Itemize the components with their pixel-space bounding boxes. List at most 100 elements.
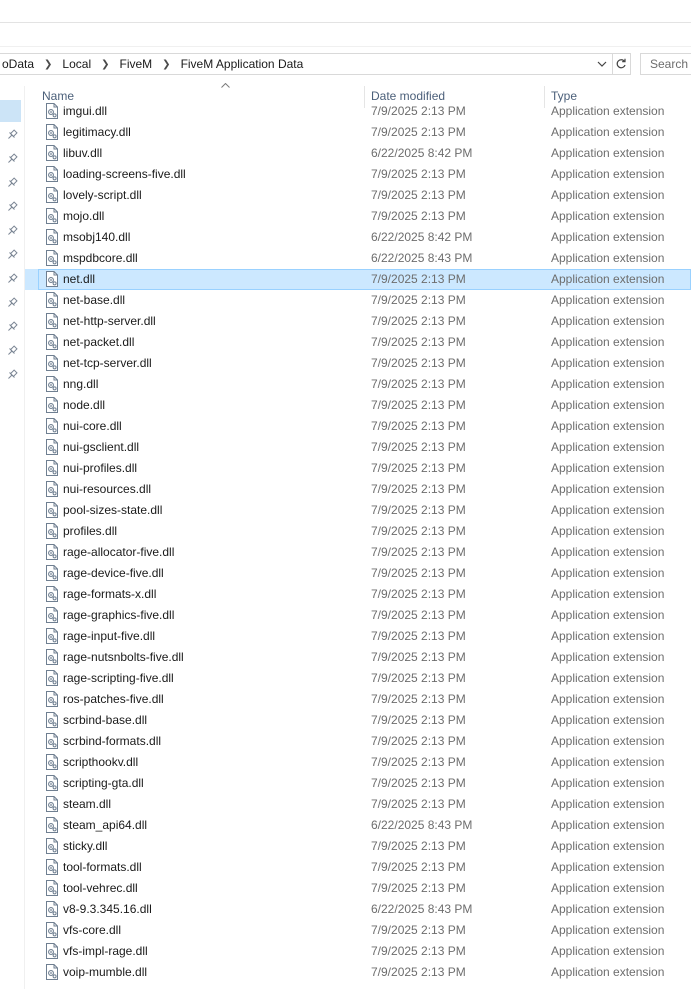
pin-icon[interactable] <box>6 153 18 165</box>
file-row[interactable]: msobj140.dll 6/22/2025 8:42 PM Application… <box>25 227 691 248</box>
file-type: Application extension <box>551 923 665 937</box>
pin-icon[interactable] <box>6 129 18 141</box>
pin-icon[interactable] <box>6 369 18 381</box>
file-row[interactable]: net-packet.dll 7/9/2025 2:13 PM Applicatio… <box>25 332 691 353</box>
file-row[interactable]: rage-allocator-five.dll 7/9/2025 2:13 PM A… <box>25 542 691 563</box>
file-type: Application extension <box>551 314 665 328</box>
pin-icon[interactable] <box>6 273 18 285</box>
breadcrumb-appdata[interactable]: oData <box>0 57 36 71</box>
file-name: net-tcp-server.dll <box>63 356 152 370</box>
file-row[interactable]: tool-vehrec.dll 7/9/2025 2:13 PM Applicati… <box>25 878 691 899</box>
sort-up-icon <box>221 80 230 90</box>
dll-file-icon <box>45 565 59 581</box>
dll-file-icon <box>45 145 59 161</box>
file-row[interactable]: pool-sizes-state.dll 7/9/2025 2:13 PM Appl… <box>25 500 691 521</box>
file-type: Application extension <box>551 377 665 391</box>
dll-file-icon <box>45 670 59 686</box>
file-row[interactable]: rage-input-five.dll 7/9/2025 2:13 PM Appli… <box>25 626 691 647</box>
file-row[interactable]: steam.dll 7/9/2025 2:13 PM Application ext… <box>25 794 691 815</box>
file-row[interactable]: mojo.dll 7/9/2025 2:13 PM Application exte… <box>25 206 691 227</box>
file-row[interactable]: scrbind-base.dll 7/9/2025 2:13 PM Applicat… <box>25 710 691 731</box>
file-row[interactable]: net-http-server.dll 7/9/2025 2:13 PM Appli… <box>25 311 691 332</box>
file-row[interactable]: nng.dll 7/9/2025 2:13 PM Application exten… <box>25 374 691 395</box>
file-row[interactable]: sticky.dll 7/9/2025 2:13 PM Application ex… <box>25 836 691 857</box>
address-bar[interactable]: oData ❯ Local ❯ FiveM ❯ FiveM Applicatio… <box>0 53 613 75</box>
file-row[interactable]: loading-screens-five.dll 7/9/2025 2:13 PM… <box>25 164 691 185</box>
file-row[interactable]: v8-9.3.345.16.dll 6/22/2025 8:43 PM Applic… <box>25 899 691 920</box>
file-row[interactable]: steam_api64.dll 6/22/2025 8:43 PM Applicat… <box>25 815 691 836</box>
chevron-right-icon[interactable]: ❯ <box>154 59 178 70</box>
file-date-modified: 7/9/2025 2:13 PM <box>371 314 466 328</box>
file-date-modified: 7/9/2025 2:13 PM <box>371 860 466 874</box>
file-row[interactable]: ros-patches-five.dll 7/9/2025 2:13 PM Appl… <box>25 689 691 710</box>
dll-file-icon <box>45 691 59 707</box>
pin-icon[interactable] <box>6 201 18 213</box>
file-row[interactable]: scrbind-formats.dll 7/9/2025 2:13 PM Appli… <box>25 731 691 752</box>
file-date-modified: 7/9/2025 2:13 PM <box>371 524 466 538</box>
file-name: lovely-script.dll <box>63 188 142 202</box>
file-name: msobj140.dll <box>63 230 131 244</box>
chevron-down-icon[interactable] <box>595 56 609 72</box>
pin-icon[interactable] <box>6 345 18 357</box>
file-row[interactable]: rage-scripting-five.dll 7/9/2025 2:13 PM A… <box>25 668 691 689</box>
file-name: nui-core.dll <box>63 419 122 433</box>
file-row[interactable]: net-tcp-server.dll 7/9/2025 2:13 PM Applic… <box>25 353 691 374</box>
file-type: Application extension <box>551 881 665 895</box>
file-row[interactable]: voip-mumble.dll 7/9/2025 2:13 PM Applicati… <box>25 962 691 983</box>
chevron-right-icon[interactable]: ❯ <box>93 59 117 70</box>
pin-icon[interactable] <box>6 297 18 309</box>
file-date-modified: 7/9/2025 2:13 PM <box>371 776 466 790</box>
file-row[interactable]: lovely-script.dll 7/9/2025 2:13 PM Applica… <box>25 185 691 206</box>
file-name: scripting-gta.dll <box>63 776 144 790</box>
breadcrumb-fivem[interactable]: FiveM <box>118 57 155 71</box>
dll-file-icon <box>45 901 59 917</box>
breadcrumb-fivem-application-data[interactable]: FiveM Application Data <box>179 57 306 71</box>
file-row[interactable]: scripting-gta.dll 7/9/2025 2:13 PM Applica… <box>25 773 691 794</box>
file-name: node.dll <box>63 398 106 412</box>
nav-selected-item[interactable] <box>0 100 21 122</box>
pin-icon[interactable] <box>6 249 18 261</box>
pin-icon[interactable] <box>6 177 18 189</box>
file-date-modified: 7/9/2025 2:13 PM <box>371 965 466 979</box>
pin-icon[interactable] <box>6 225 18 237</box>
file-row[interactable]: net-base.dll 7/9/2025 2:13 PM Application … <box>25 290 691 311</box>
dll-file-icon <box>45 166 59 182</box>
file-row[interactable]: scripthookv.dll 7/9/2025 2:13 PM Applicati… <box>25 752 691 773</box>
file-row[interactable]: profiles.dll 7/9/2025 2:13 PM Application … <box>25 521 691 542</box>
file-row[interactable]: legitimacy.dll 7/9/2025 2:13 PM Applicatio… <box>25 122 691 143</box>
file-row[interactable]: nui-gsclient.dll 7/9/2025 2:13 PM Applicat… <box>25 437 691 458</box>
file-row[interactable]: imgui.dll 7/9/2025 2:13 PM Application ext… <box>25 101 691 122</box>
file-row[interactable]: rage-device-five.dll 7/9/2025 2:13 PM Appl… <box>25 563 691 584</box>
file-date-modified: 7/9/2025 2:13 PM <box>371 608 466 622</box>
pin-icon[interactable] <box>6 321 18 333</box>
file-row[interactable]: nui-profiles.dll 7/9/2025 2:13 PM Applicat… <box>25 458 691 479</box>
file-type: Application extension <box>551 608 665 622</box>
dll-file-icon <box>45 397 59 413</box>
file-row[interactable]: net.dll 7/9/2025 2:13 PM Application exten… <box>25 269 691 290</box>
dll-file-icon <box>45 460 59 476</box>
file-type: Application extension <box>551 860 665 874</box>
dll-file-icon <box>45 838 59 854</box>
file-row[interactable]: nui-resources.dll 7/9/2025 2:13 PM Applica… <box>25 479 691 500</box>
file-row[interactable]: mspdbcore.dll 6/22/2025 8:43 PM Applicatio… <box>25 248 691 269</box>
file-row[interactable]: node.dll 7/9/2025 2:13 PM Application exte… <box>25 395 691 416</box>
file-row[interactable]: rage-formats-x.dll 7/9/2025 2:13 PM Applic… <box>25 584 691 605</box>
file-name: tool-vehrec.dll <box>63 881 138 895</box>
file-row[interactable]: rage-graphics-five.dll 7/9/2025 2:13 PM Ap… <box>25 605 691 626</box>
refresh-button[interactable] <box>612 53 631 75</box>
file-date-modified: 6/22/2025 8:42 PM <box>371 146 473 160</box>
breadcrumb-local[interactable]: Local <box>60 57 93 71</box>
file-row[interactable]: rage-nutsnbolts-five.dll 7/9/2025 2:13 PM… <box>25 647 691 668</box>
search-input[interactable]: Search F <box>640 53 691 75</box>
file-row[interactable]: vfs-impl-rage.dll 7/9/2025 2:13 PM Applica… <box>25 941 691 962</box>
file-date-modified: 7/9/2025 2:13 PM <box>371 167 466 181</box>
file-date-modified: 7/9/2025 2:13 PM <box>371 755 466 769</box>
file-row[interactable]: vfs-core.dll 7/9/2025 2:13 PM Application … <box>25 920 691 941</box>
file-name: imgui.dll <box>63 104 108 118</box>
file-type: Application extension <box>551 734 665 748</box>
dll-file-icon <box>45 943 59 959</box>
file-row[interactable]: nui-core.dll 7/9/2025 2:13 PM Application … <box>25 416 691 437</box>
file-row[interactable]: libuv.dll 6/22/2025 8:42 PM Application ex… <box>25 143 691 164</box>
file-row[interactable]: tool-formats.dll 7/9/2025 2:13 PM Applicat… <box>25 857 691 878</box>
chevron-right-icon[interactable]: ❯ <box>36 59 60 70</box>
